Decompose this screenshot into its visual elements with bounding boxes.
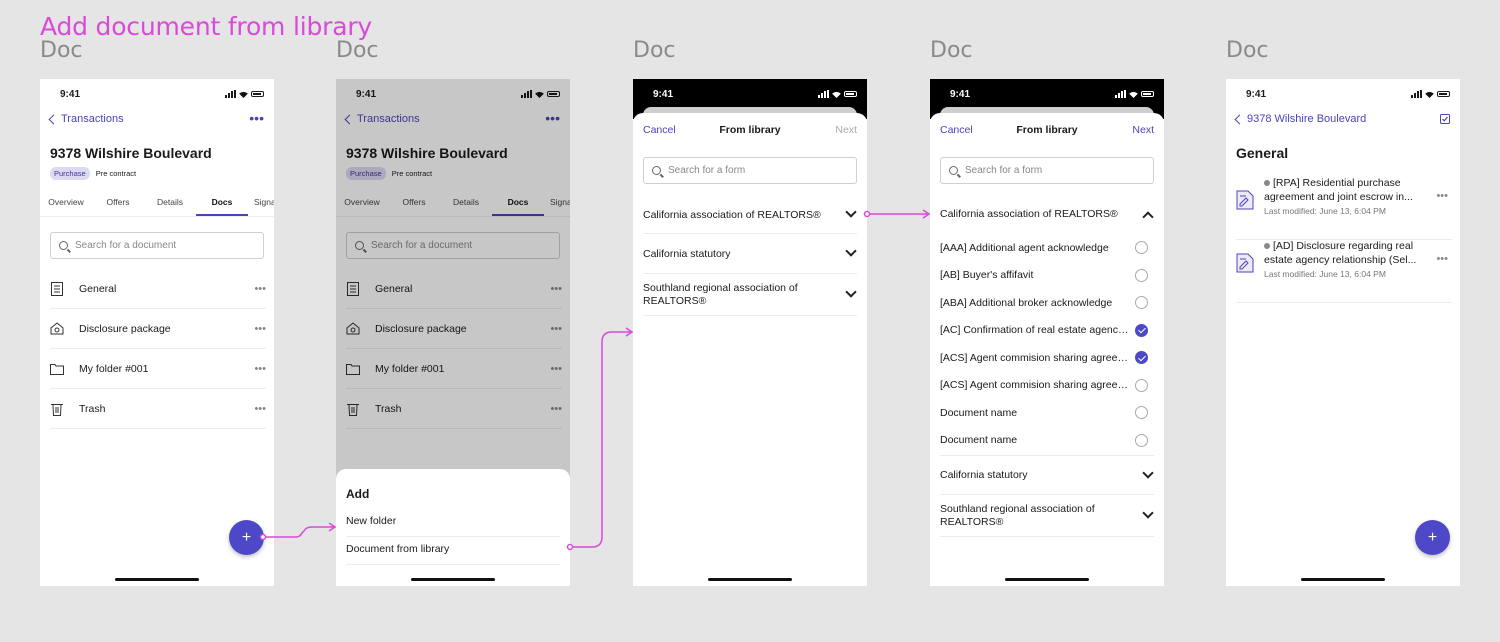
flow-connectors (259, 209, 931, 551)
